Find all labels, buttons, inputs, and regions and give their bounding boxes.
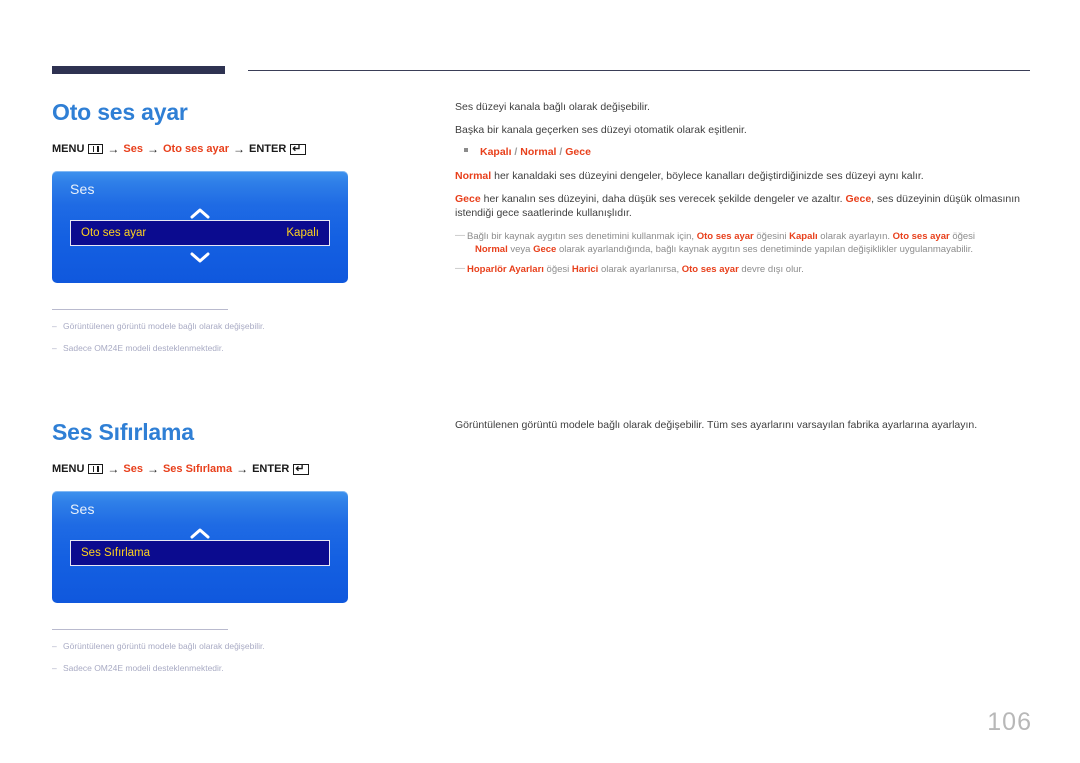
osd-title: Ses [70,501,95,518]
option-gece: Gece [565,146,591,159]
arrow-icon: → [236,462,249,477]
footnote-text: Görüntülenen görüntü modele bağlı olarak… [63,641,265,652]
note2-term-harici: Harici [571,264,599,276]
osd-title: Ses [70,181,95,198]
breadcrumb-ses: Ses [123,462,143,475]
bullet-options: Kapalı / Normal / Gece [455,146,1035,160]
note-dash-icon: — [455,229,465,241]
paragraph-gece-mid: her kanalın ses düzeyini, daha düşük ses… [480,193,846,206]
note2-c: devre dışı olur. [738,264,804,276]
note1-term-kapali: Kapalı [789,230,818,242]
arrow-icon: → [233,142,246,157]
term-gece-2: Gece [845,193,872,206]
note1-term-normal: Normal [475,244,508,256]
arrow-icon: → [107,462,120,477]
note1-g: olarak ayarlandığında, bağlı kaynak aygı… [556,244,974,256]
footnote-item: – Sadece OM24E modeli desteklenmektedir. [52,663,432,675]
header-rule-thick [52,66,225,74]
breadcrumb-oto-ses-ayar: Oto ses ayar [162,142,230,155]
term-normal: Normal [455,169,492,182]
chevron-down-icon[interactable] [52,251,348,266]
menu-label: MENU [52,462,85,475]
note1-f: veya [507,244,534,256]
option-kapali: Kapalı [480,146,512,159]
footnote-text: Sadece OM24E modeli desteklenmektedir. [63,343,224,354]
header-rule [52,66,1030,76]
footnote-item: – Görüntülenen görüntü modele bağlı olar… [52,641,432,653]
footnote-dash: – [52,343,57,354]
enter-label: ENTER [252,462,290,475]
footnotes-1: – Görüntülenen görüntü modele bağlı olar… [52,309,432,355]
footnote-text: Görüntülenen görüntü modele bağlı olarak… [63,321,265,332]
breadcrumb-ses-sifirlama: Ses Sıfırlama [162,462,233,475]
manual-page: Oto ses ayar MENU → Ses → Oto ses ayar →… [0,0,1080,763]
note-item-1: — Bağlı bir kaynak aygıtın ses denetimin… [455,230,1035,258]
osd-preview-sound-1: Ses Oto ses ayar Kapalı [52,171,348,284]
arrow-icon: → [107,142,120,157]
osd-preview-sound-2: Ses Ses Sıfırlama [52,491,348,604]
page-number: 106 [987,708,1032,736]
note1-term-oto-ses-ayar-2: Oto ses ayar [892,230,950,242]
page-title-ses-sifirlama: Ses Sıfırlama [52,419,194,445]
note1-d: olarak ayarlayın. [817,230,893,242]
footnote-item: – Görüntülenen görüntü modele bağlı olar… [52,321,432,333]
section-2-left: Ses Sıfırlama MENU → Ses → Ses Sıfırlama… [52,419,432,685]
note1-term-gece: Gece [533,244,557,256]
osd-row-label: Ses Sıfırlama [81,546,151,559]
enter-label: ENTER [249,142,287,155]
breadcrumb-ses: Ses [123,142,143,155]
footnote-dash: – [52,641,57,652]
note2-b: olarak ayarlanırsa, [598,264,682,276]
footnote-divider [52,309,228,311]
term-gece: Gece [455,193,481,206]
option-normal: Normal [520,146,557,159]
note-text-2: Hoparlör Ayarları öğesi Harici olarak ay… [467,263,1035,277]
section-1-left: Oto ses ayar MENU → Ses → Oto ses ayar →… [52,99,432,365]
footnote-item: – Sadece OM24E modeli desteklenmektedir. [52,343,432,355]
paragraph-2: Başka bir kanala geçerken ses düzeyi oto… [455,124,747,137]
section-1-right: Ses düzeyi kanala bağlı olarak değişebil… [455,100,1035,283]
option-sep: / [511,146,521,159]
paragraph-normal-rest: her kanaldaki ses düzeyini dengeler, böy… [491,169,924,182]
note2-a: öğesi [543,264,572,276]
bullet-options-text: Kapalı / Normal / Gece [480,146,591,160]
menu-grid-icon [88,464,104,475]
footnotes-2: – Görüntülenen görüntü modele bağlı olar… [52,629,432,675]
note1-term-oto-ses-ayar: Oto ses ayar [696,230,754,242]
menu-path-2: MENU → Ses → Ses Sıfırlama → ENTER ↵ [52,463,432,475]
note-dash-icon: — [455,263,465,275]
note-item-2: — Hoparlör Ayarları öğesi Harici olarak … [455,263,1035,277]
note1-e: öğesi [949,230,976,242]
section-2-right: Görüntülenen görüntü modele bağlı olarak… [455,418,1035,441]
menu-path-1: MENU → Ses → Oto ses ayar → ENTER ↵ [52,143,432,155]
footnote-dash: – [52,663,57,674]
paragraph-gece: Gece her kanalın ses düzeyini, daha düşü… [455,192,1035,220]
osd-row-ses-sifirlama[interactable]: Ses Sıfırlama [70,540,330,567]
osd-row-oto-ses-ayar[interactable]: Oto ses ayar Kapalı [70,220,330,247]
note-text-1: Bağlı bir kaynak aygıtın ses denetimini … [467,230,1035,258]
note2-term-oto-ses-ayar: Oto ses ayar [681,264,739,276]
footnote-divider [52,629,228,631]
page-title-oto-ses-ayar: Oto ses ayar [52,99,188,125]
bullet-square-icon [464,148,468,153]
note1-c: öğesini [753,230,790,242]
note2-term-hoparlor: Hoparlör Ayarları [467,264,544,276]
footnote-text: Sadece OM24E modeli desteklenmektedir. [63,663,224,674]
osd-row-value: Kapalı [286,226,319,239]
arrow-icon: → [146,142,159,157]
enter-return-icon: ↵ [293,463,310,475]
enter-return-icon: ↵ [290,143,307,155]
paragraph-ses-sifirlama: Görüntülenen görüntü modele bağlı olarak… [455,419,978,431]
menu-label: MENU [52,142,85,155]
footnote-dash: – [52,321,57,332]
paragraph-normal: Normal her kanaldaki ses düzeyini dengel… [455,169,1035,183]
header-rule-thin [248,70,1030,71]
note1-a: Bağlı bir kaynak aygıtın ses denetimini … [467,230,697,242]
menu-grid-icon [88,144,104,155]
paragraph-1: Ses düzeyi kanala bağlı olarak değişebil… [455,101,650,113]
option-sep: / [556,146,566,159]
osd-row-label: Oto ses ayar [81,226,147,239]
arrow-icon: → [146,462,159,477]
